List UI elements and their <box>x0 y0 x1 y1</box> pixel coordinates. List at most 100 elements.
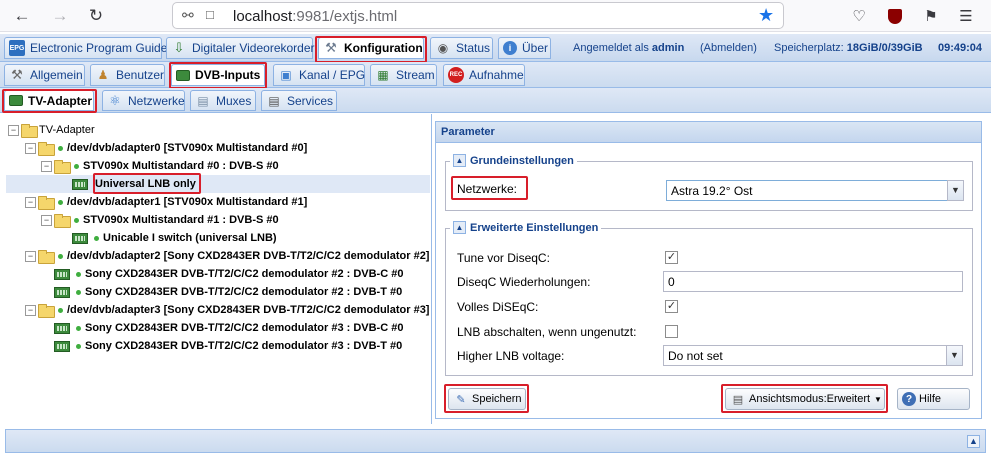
advanced-settings-fieldset: ▲ Erweiterte Einstellungen Tune vor Dise… <box>445 221 973 376</box>
collapse-up-icon[interactable]: ▲ <box>453 221 466 234</box>
pocket-icon[interactable]: ♡ <box>849 6 869 26</box>
collapse-up-icon[interactable]: ▲ <box>453 154 466 167</box>
folder-icon <box>21 124 38 138</box>
tree-node-frontend1[interactable]: − STV090x Multistandard #1 : DVB-S #0 <box>41 211 279 229</box>
tools-icon: ⚒ <box>11 67 23 82</box>
expand-up-icon[interactable]: ▲ <box>967 435 980 448</box>
tab-services[interactable]: ▤ Services <box>261 90 337 111</box>
tree-node-universal-lnb[interactable]: Universal LNB only <box>6 175 430 193</box>
tree-node-adapter2-dvbt[interactable]: Sony CXD2843ER DVB-T/T2/C/C2 demodulator… <box>54 283 402 301</box>
collapse-icon[interactable]: − <box>25 196 36 208</box>
tree-node-label: Sony CXD2843ER DVB-T/T2/C/C2 demodulator… <box>85 322 404 334</box>
tree-node-root[interactable]: − TV-Adapter <box>8 121 95 139</box>
logout-link[interactable]: (Abmelden) <box>700 42 757 54</box>
basic-settings-legend: ▲ Grundeinstellungen <box>450 154 577 167</box>
tv-card-icon <box>72 178 88 190</box>
url-text: localhost:9981/extjs.html <box>233 8 397 25</box>
view-mode-icon: ▤ <box>732 393 744 406</box>
back-icon[interactable]: ← <box>11 5 33 27</box>
collapse-icon[interactable]: − <box>41 160 52 172</box>
button-label: Ansichtsmodus:Erweitert <box>749 393 871 405</box>
tab-epg[interactable]: EPG Electronic Program Guide <box>4 37 167 59</box>
folder-icon <box>38 142 55 156</box>
bookmark-star-icon[interactable]: ★ <box>758 5 774 26</box>
status-dot-icon <box>76 343 81 349</box>
tab-recording[interactable]: REC Aufnahme <box>443 64 525 86</box>
page-icon: □ <box>206 7 214 22</box>
help-button[interactable]: ? Hilfe <box>897 388 970 410</box>
legend-label: Grundeinstellungen <box>470 154 574 167</box>
diseqc-repeats-input[interactable] <box>663 271 963 292</box>
higher-lnb-voltage-label: Higher LNB voltage: <box>457 349 565 363</box>
lnb-poweroff-checkbox[interactable] <box>665 325 678 338</box>
folder-icon <box>38 250 55 264</box>
tree-node-unicable[interactable]: Unicable I switch (universal LNB) <box>72 229 277 247</box>
tune-before-diseqc-checkbox[interactable]: ✓ <box>665 251 678 264</box>
save-icon: ✎ <box>456 393 466 406</box>
full-diseqc-checkbox[interactable]: ✓ <box>665 300 678 313</box>
forward-icon[interactable]: → <box>49 5 71 27</box>
reload-icon[interactable]: ↻ <box>85 5 107 27</box>
save-button[interactable]: ✎ Speichern <box>448 388 526 410</box>
tree-node-frontend0[interactable]: − STV090x Multistandard #0 : DVB-S #0 <box>41 157 279 175</box>
button-label: Speichern <box>472 393 522 405</box>
dropdown-trigger-icon[interactable]: ▼ <box>947 180 964 201</box>
menu-icon[interactable]: ☰ <box>956 6 976 26</box>
url-bar[interactable]: ⚯ □ localhost:9981/extjs.html ★ <box>172 2 784 29</box>
status-dot-icon <box>58 145 63 151</box>
parameter-panel: Parameter ▲ Grundeinstellungen Netzwerke… <box>435 121 982 419</box>
tab-users[interactable]: ♟ Benutzer <box>90 64 165 86</box>
networks-combo[interactable] <box>666 180 948 201</box>
tab-label: Digitaler Videorekorder <box>192 41 315 55</box>
collapse-icon[interactable]: − <box>8 124 19 136</box>
url-host: localhost <box>233 8 293 25</box>
dvb-tab-bar: TV-Adapter ⚛ Netzwerke ▤ Muxes ▤ Service… <box>0 88 991 113</box>
mux-icon: ▤ <box>197 93 209 108</box>
rec-icon: REC <box>448 67 464 83</box>
info-icon: i <box>503 41 517 55</box>
tab-label: Über <box>522 41 549 55</box>
collapse-icon[interactable]: − <box>25 142 36 154</box>
tab-status[interactable]: ◉ Status <box>430 37 493 59</box>
browser-toolbar: ← → ↻ ⚯ □ localhost:9981/extjs.html ★ ♡ … <box>0 0 991 32</box>
tab-dvr[interactable]: ⇩ Digitaler Videorekorder <box>166 37 315 59</box>
tree-node-label: /dev/dvb/adapter2 [Sony CXD2843ER DVB-T/… <box>67 250 430 262</box>
tree-node-label: Sony CXD2843ER DVB-T/T2/C/C2 demodulator… <box>85 268 404 280</box>
tab-tv-adapter[interactable]: TV-Adapter <box>4 90 94 111</box>
dropdown-trigger-icon[interactable]: ▼ <box>946 345 963 366</box>
ublock-icon[interactable] <box>885 6 905 26</box>
tab-about[interactable]: i Über <box>498 37 551 59</box>
tab-general[interactable]: ⚒ Allgemein <box>4 64 85 86</box>
tree-node-adapter2[interactable]: − /dev/dvb/adapter2 [Sony CXD2843ER DVB-… <box>25 247 429 265</box>
tree-node-adapter0[interactable]: − /dev/dvb/adapter0 [STV090x Multistanda… <box>25 139 307 157</box>
collapse-icon[interactable]: − <box>25 304 36 316</box>
diseqc-repeats-label: DiseqC Wiederholungen: <box>457 275 591 289</box>
tab-networks[interactable]: ⚛ Netzwerke <box>102 90 185 111</box>
button-label: Hilfe <box>919 393 942 405</box>
status-dot-icon <box>76 271 81 277</box>
extensions-icon[interactable]: ⚑ <box>921 6 941 26</box>
lnb-poweroff-label: LNB abschalten, wenn ungenutzt: <box>457 325 637 339</box>
tree-node-adapter3[interactable]: − /dev/dvb/adapter3 [Sony CXD2843ER DVB-… <box>25 301 429 319</box>
tab-configuration[interactable]: ⚒ Konfiguration <box>318 37 424 59</box>
tree-node-adapter1[interactable]: − /dev/dvb/adapter1 [STV090x Multistanda… <box>25 193 307 211</box>
view-mode-button[interactable]: ▤ Ansichtsmodus:Erweitert ▼ <box>725 388 885 410</box>
tree-node-adapter2-dvbc[interactable]: Sony CXD2843ER DVB-T/T2/C/C2 demodulator… <box>54 265 403 283</box>
collapse-icon[interactable]: − <box>41 214 52 226</box>
tab-muxes[interactable]: ▤ Muxes <box>190 90 256 111</box>
stream-icon: ▦ <box>377 68 389 82</box>
tree-node-adapter3-dvbc[interactable]: Sony CXD2843ER DVB-T/T2/C/C2 demodulator… <box>54 319 403 337</box>
tab-label: Services <box>287 93 334 108</box>
status-dot-icon <box>94 235 99 241</box>
tab-stream[interactable]: ▦ Stream <box>370 64 437 86</box>
tree-node-adapter3-dvbt[interactable]: Sony CXD2843ER DVB-T/T2/C/C2 demodulator… <box>54 337 402 355</box>
collapse-icon[interactable]: − <box>25 250 36 262</box>
tree-node-label: Unicable I switch (universal LNB) <box>103 232 277 244</box>
antenna-icon: ⚛ <box>109 92 121 108</box>
storage-info: Speicherplatz: 18GiB/0/39GiB <box>774 42 923 54</box>
tab-channel-epg[interactable]: ▣ Kanal / EPG <box>273 64 365 86</box>
tv-card-icon <box>72 232 88 244</box>
tv-card-icon <box>54 268 70 280</box>
higher-lnb-voltage-combo[interactable] <box>663 345 947 366</box>
tab-dvb-inputs[interactable]: DVB-Inputs <box>171 64 265 86</box>
